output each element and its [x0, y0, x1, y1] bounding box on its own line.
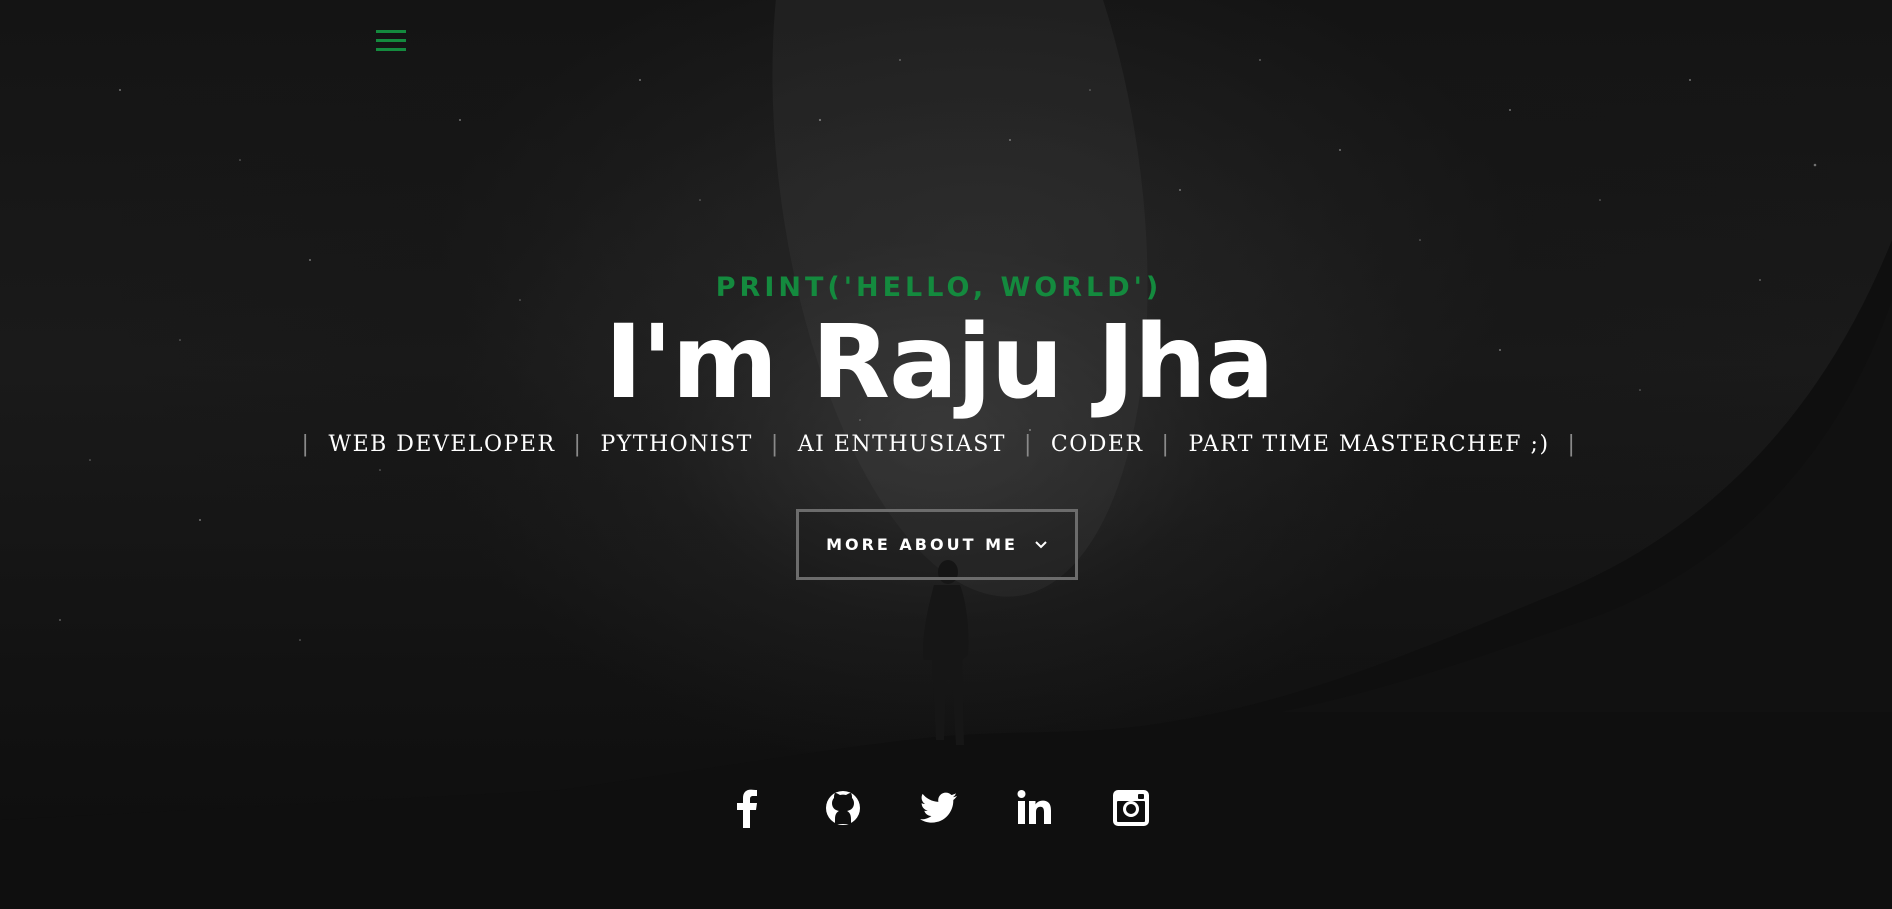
person-silhouette: [923, 560, 969, 745]
more-about-me-label: MORE ABOUT ME: [826, 535, 1018, 554]
role-masterchef: PART TIME MASTERCHEF ;): [1188, 432, 1550, 457]
facebook-icon: [737, 789, 757, 828]
social-links: [0, 786, 1878, 830]
twitter-link[interactable]: [917, 786, 961, 830]
hero-section: print('hello, world') I'm Raju Jha | WEB …: [0, 0, 1892, 909]
more-about-me-button[interactable]: MORE ABOUT ME: [796, 509, 1078, 580]
hero-title: I'm Raju Jha: [604, 303, 1275, 422]
role-pythonist: PYTHONIST: [600, 432, 753, 457]
role-separator: |: [301, 432, 311, 457]
instagram-icon: [1113, 790, 1149, 826]
linkedin-link[interactable]: [1013, 786, 1057, 830]
role-separator: |: [1023, 432, 1033, 457]
role-separator: |: [1161, 432, 1171, 457]
role-web-developer: WEB DEVELOPER: [328, 432, 556, 457]
github-icon: [826, 791, 860, 825]
role-separator: |: [1567, 432, 1577, 457]
hero-roles: | WEB DEVELOPER | PYTHONIST | AI ENTHUSIAST | C…: [0, 432, 1878, 457]
role-ai-enthusiast: AI ENTHUSIAST: [797, 432, 1006, 457]
menu-line: [376, 30, 406, 33]
role-separator: |: [770, 432, 780, 457]
twitter-icon: [920, 792, 957, 823]
linkedin-icon: [1017, 790, 1051, 824]
menu-line: [376, 39, 406, 42]
chevron-down-icon: [1035, 540, 1047, 548]
menu-line: [376, 48, 406, 51]
role-coder: CODER: [1050, 432, 1144, 457]
role-separator: |: [573, 432, 583, 457]
instagram-link[interactable]: [1109, 786, 1153, 830]
github-link[interactable]: [821, 786, 865, 830]
hamburger-menu-icon[interactable]: [376, 28, 406, 54]
facebook-link[interactable]: [725, 786, 769, 830]
